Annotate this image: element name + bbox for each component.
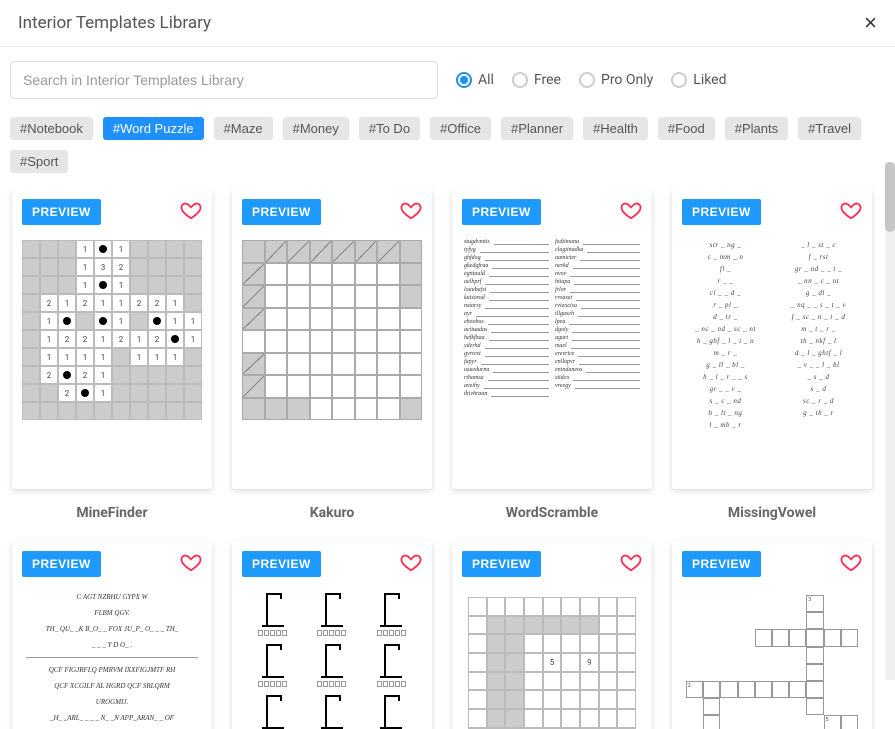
- radio-label: Liked: [693, 72, 726, 88]
- radio-icon: [579, 72, 595, 88]
- template-thumbnail[interactable]: PREVIEW: [232, 189, 432, 489]
- heart-icon[interactable]: [620, 551, 642, 573]
- page-title: Interior Templates Library: [18, 13, 211, 33]
- filter-radio-pro-only[interactable]: Pro Only: [579, 72, 653, 88]
- heart-icon[interactable]: [180, 551, 202, 573]
- thumbnail-content: C AGT NZRHU GYPX WFLBM QGV.TH_ QU_ _K B_…: [22, 587, 202, 729]
- template-card: PREVIEW C AGT NZRHU GYPX WFLBM QGV.TH_ QU…: [12, 541, 212, 729]
- preview-button[interactable]: PREVIEW: [682, 199, 761, 225]
- template-card: PREVIEW 111321121211221111112212121111111…: [12, 189, 212, 521]
- template-title: MineFinder: [76, 505, 147, 521]
- tag-office[interactable]: #Office: [430, 117, 491, 140]
- filter-radio-liked[interactable]: Liked: [671, 72, 726, 88]
- close-button[interactable]: ×: [864, 12, 877, 34]
- template-card: PREVIEW stugdvmtistyfygghfdoggkedgfraaegn…: [452, 189, 652, 521]
- template-card: PREVIEW 59: [452, 541, 652, 729]
- template-card: PREVIEW 325: [672, 541, 872, 729]
- preview-button[interactable]: PREVIEW: [22, 551, 101, 577]
- preview-button[interactable]: PREVIEW: [462, 199, 541, 225]
- radio-icon: [512, 72, 528, 88]
- tag-todo[interactable]: #To Do: [359, 117, 420, 140]
- preview-button[interactable]: PREVIEW: [462, 551, 541, 577]
- template-title: MissingVowel: [728, 505, 816, 521]
- thumbnail-content: 111321121211221111112212121111111122121: [22, 235, 202, 479]
- thumbnail-content: [242, 235, 422, 479]
- tag-money[interactable]: #Money: [283, 117, 349, 140]
- preview-button[interactable]: PREVIEW: [22, 199, 101, 225]
- tag-plants[interactable]: #Plants: [725, 117, 788, 140]
- search-input[interactable]: [10, 61, 438, 99]
- template-thumbnail[interactable]: PREVIEW 59: [452, 541, 652, 729]
- thumbnail-content: str _ ng __ l _ st _ cc _ mm _ nf _ rstf…: [682, 235, 862, 479]
- preview-button[interactable]: PREVIEW: [242, 551, 321, 577]
- template-thumbnail[interactable]: PREVIEW: [232, 541, 432, 729]
- radio-icon: [456, 72, 472, 88]
- radio-label: Free: [534, 72, 561, 88]
- tag-wordpuzzle[interactable]: #Word Puzzle: [103, 117, 204, 140]
- tag-notebook[interactable]: #Notebook: [10, 117, 93, 140]
- tag-food[interactable]: #Food: [658, 117, 715, 140]
- template-title: WordScramble: [506, 505, 598, 521]
- tag-health[interactable]: #Health: [583, 117, 648, 140]
- tag-row: #Notebook #Word Puzzle #Maze #Money #To Do #O…: [0, 113, 895, 189]
- heart-icon[interactable]: [840, 551, 862, 573]
- template-title: Kakuro: [310, 505, 355, 521]
- heart-icon[interactable]: [400, 551, 422, 573]
- heart-icon[interactable]: [840, 199, 862, 221]
- tag-planner[interactable]: #Planner: [501, 117, 573, 140]
- template-card: PREVIEW: [232, 541, 432, 729]
- template-card: PREVIEW str _ ng __ l _ st _ cc _ mm _ nf…: [672, 189, 872, 521]
- tag-sport[interactable]: #Sport: [10, 150, 68, 173]
- tag-maze[interactable]: #Maze: [214, 117, 273, 140]
- heart-icon[interactable]: [400, 199, 422, 221]
- filter-radio-all[interactable]: All: [456, 72, 494, 88]
- radio-label: All: [478, 72, 494, 88]
- heart-icon[interactable]: [620, 199, 642, 221]
- preview-button[interactable]: PREVIEW: [242, 199, 321, 225]
- scrollbar-thumb[interactable]: [885, 162, 895, 232]
- tag-travel[interactable]: #Travel: [798, 117, 861, 140]
- filter-radio-group: All Free Pro Only Liked: [456, 72, 727, 88]
- preview-button[interactable]: PREVIEW: [682, 551, 761, 577]
- template-thumbnail[interactable]: PREVIEW str _ ng __ l _ st _ cc _ mm _ nf…: [672, 189, 872, 489]
- scrollbar-track: [885, 162, 895, 680]
- template-thumbnail[interactable]: PREVIEW 111321121211221111112212121111111…: [12, 189, 212, 489]
- filter-radio-free[interactable]: Free: [512, 72, 561, 88]
- template-thumbnail[interactable]: PREVIEW stugdvmtistyfygghfdoggkedgfraaegn…: [452, 189, 652, 489]
- radio-label: Pro Only: [601, 72, 653, 88]
- thumbnail-content: 59: [462, 587, 642, 729]
- thumbnail-content: stugdvmtistyfygghfdoggkedgfraaegntauldae…: [462, 235, 642, 479]
- template-thumbnail[interactable]: PREVIEW C AGT NZRHU GYPX WFLBM QGV.TH_ QU…: [12, 541, 212, 729]
- heart-icon[interactable]: [180, 199, 202, 221]
- template-grid: PREVIEW 111321121211221111112212121111111…: [12, 189, 885, 729]
- thumbnail-content: [242, 587, 422, 729]
- template-card: PREVIEW Kakuro: [232, 189, 432, 521]
- thumbnail-content: 325: [682, 587, 862, 729]
- template-thumbnail[interactable]: PREVIEW 325: [672, 541, 872, 729]
- radio-icon: [671, 72, 687, 88]
